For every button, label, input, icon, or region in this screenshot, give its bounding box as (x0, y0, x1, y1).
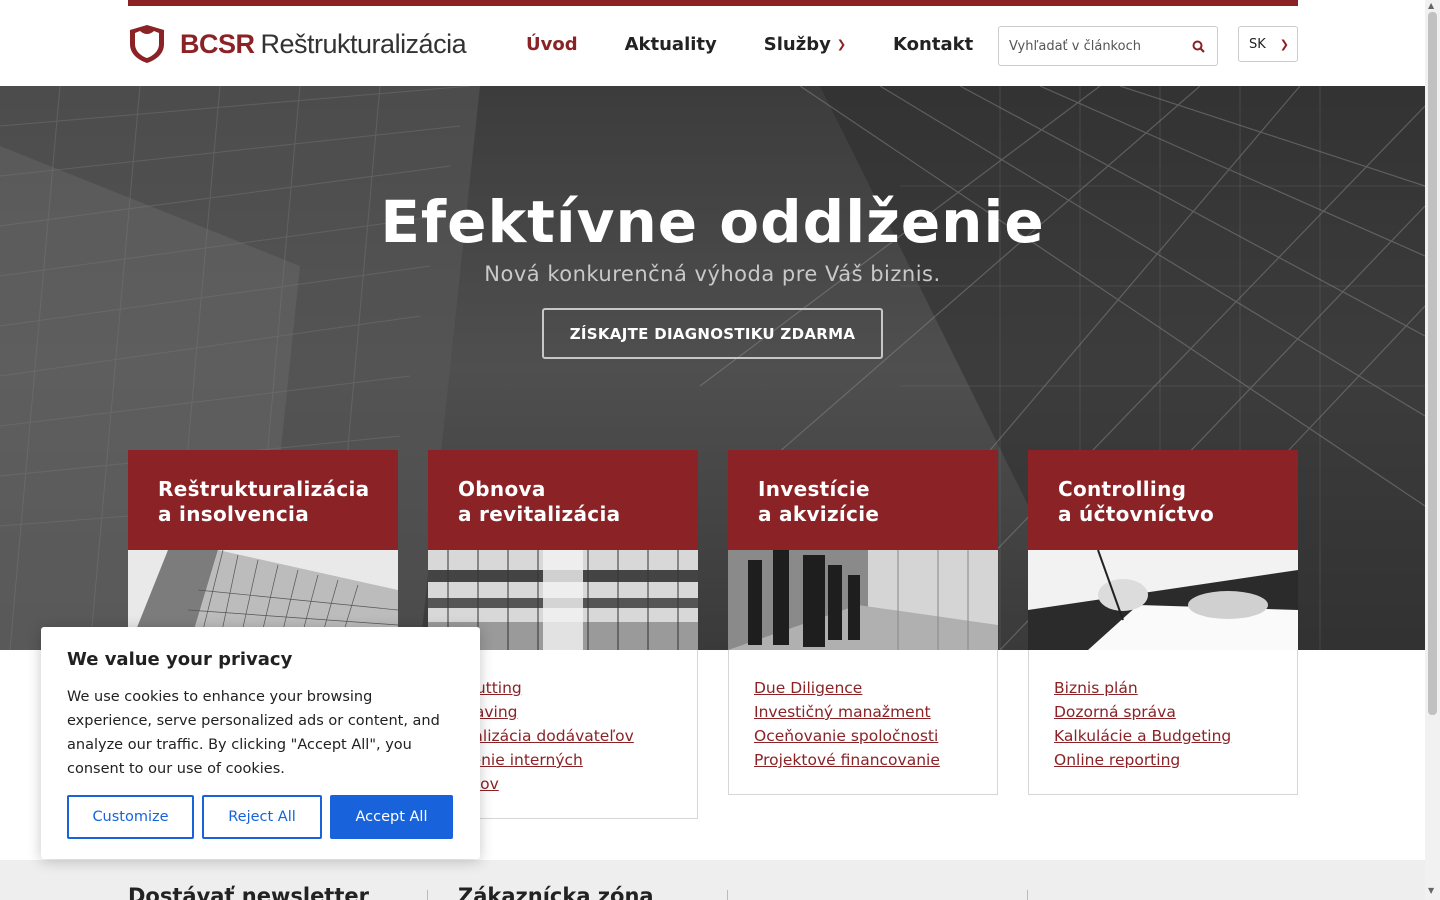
chevron-down-icon: ❯ (1279, 37, 1289, 51)
cookie-text: We use cookies to enhance your browsing … (67, 689, 440, 777)
service-card-investments: Investície a akvizície Due Diligence Inv… (728, 450, 998, 795)
service-card-title-line2: a účtovníctvo (1058, 502, 1215, 526)
main-nav: Úvod Aktuality Služby ❯ Kontakt (526, 34, 973, 55)
cookie-consent-dialog: We value your privacy We use cookies to … (41, 627, 480, 859)
customer-zone-heading: Zákaznícka zóna (458, 884, 654, 900)
footer-band: Dostávať newsletter Zákaznícka zóna (0, 860, 1425, 900)
scroll-down-icon[interactable]: ▼ (1428, 886, 1434, 895)
service-card-title[interactable]: Reštrukturalizácia a insolvencia (128, 450, 398, 550)
service-card-title[interactable]: Obnova a revitalizácia (428, 450, 698, 550)
cookie-title: We value your privacy (67, 649, 293, 670)
search-box (998, 26, 1218, 66)
service-card-title-line1: Investície (758, 477, 870, 501)
site-header: BCSR Reštrukturalizácia Úvod Aktuality S… (0, 6, 1425, 86)
nav-item-sluzby-label: Služby (763, 34, 831, 55)
footer-divider (1027, 890, 1028, 900)
service-link[interactable]: Investičný manažment (754, 700, 977, 724)
service-card-image (1028, 550, 1298, 650)
service-card-title[interactable]: Investície a akvizície (728, 450, 998, 550)
site-logo[interactable]: BCSR Reštrukturalizácia (128, 24, 467, 64)
service-link[interactable]: imalizácia dodávateľov (454, 724, 677, 748)
nav-item-sluzby[interactable]: Služby ❯ (764, 34, 846, 55)
search-button[interactable] (1179, 27, 1217, 65)
service-card-image (728, 550, 998, 650)
logo-subtitle: Reštrukturalizácia (260, 28, 467, 59)
nav-item-uvod[interactable]: Úvod (526, 34, 578, 55)
service-card-controlling: Controlling a účtovníctvo Biznis plán Do… (1028, 450, 1298, 795)
scrollbar-thumb[interactable] (1428, 12, 1437, 715)
service-card-title[interactable]: Controlling a účtovníctvo (1028, 450, 1298, 550)
chevron-down-icon: ❯ (836, 38, 847, 51)
service-card-title-line1: Controlling (1058, 477, 1187, 501)
nav-item-aktuality[interactable]: Aktuality (625, 34, 717, 55)
nav-item-kontakt[interactable]: Kontakt (893, 34, 973, 55)
service-link[interactable]: Online reporting (1054, 748, 1277, 772)
shield-logo-icon (130, 25, 164, 63)
search-input[interactable] (999, 28, 1179, 64)
footer-divider (727, 890, 728, 900)
page: BCSR Reštrukturalizácia Úvod Aktuality S… (0, 0, 1425, 900)
service-link[interactable]: Due Diligence (754, 676, 977, 700)
service-link[interactable]: t Cutting (454, 676, 677, 700)
service-link[interactable]: Projektové financovanie (754, 748, 977, 772)
hero-subtitle: Nová konkurenčná výhoda pre Váš biznis. (484, 262, 941, 286)
service-card-title-line1: Obnova (458, 477, 546, 501)
service-card-restructuring: Reštrukturalizácia a insolvencia (128, 450, 398, 650)
reject-all-button[interactable]: Reject All (202, 795, 322, 839)
service-link[interactable]: cesov (454, 772, 677, 796)
service-card-title-line1: Reštrukturalizácia (158, 477, 370, 501)
scroll-up-icon[interactable]: ▲ (1428, 1, 1434, 10)
diagnostics-cta-button[interactable]: ZÍSKAJTE DIAGNOSTIKU ZDARMA (542, 308, 883, 359)
logo-brand: BCSR (180, 28, 255, 59)
service-link[interactable]: Oceňovanie spoločnosti (754, 724, 977, 748)
accept-all-button[interactable]: Accept All (330, 795, 453, 839)
service-card-title-line2: a insolvencia (158, 502, 309, 526)
service-link[interactable]: Biznis plán (1054, 676, 1277, 700)
service-link[interactable]: Kalkulácie a Budgeting (1054, 724, 1277, 748)
service-card-links: Biznis plán Dozorná správa Kalkulácie a … (1028, 650, 1298, 795)
footer-divider (427, 890, 428, 900)
service-link[interactable]: t Saving (454, 700, 677, 724)
search-icon (1192, 40, 1205, 53)
service-link[interactable]: Dozorná správa (1054, 700, 1277, 724)
hero-title: Efektívne oddlženie (380, 188, 1045, 256)
cookie-buttons: Customize Reject All Accept All (67, 795, 453, 839)
service-card-title-line2: a revitalizácia (458, 502, 621, 526)
language-select[interactable]: SK ❯ (1238, 26, 1298, 62)
newsletter-heading: Dostávať newsletter (128, 884, 369, 900)
customize-button[interactable]: Customize (67, 795, 194, 839)
service-card-title-line2: a akvizície (758, 502, 880, 526)
service-link[interactable]: ošenie interných (454, 748, 677, 772)
language-value: SK (1249, 36, 1266, 52)
service-card-links: Due Diligence Investičný manažment Oceňo… (728, 650, 998, 795)
page-scrollbar[interactable]: ▲ ▼ (1425, 0, 1440, 900)
